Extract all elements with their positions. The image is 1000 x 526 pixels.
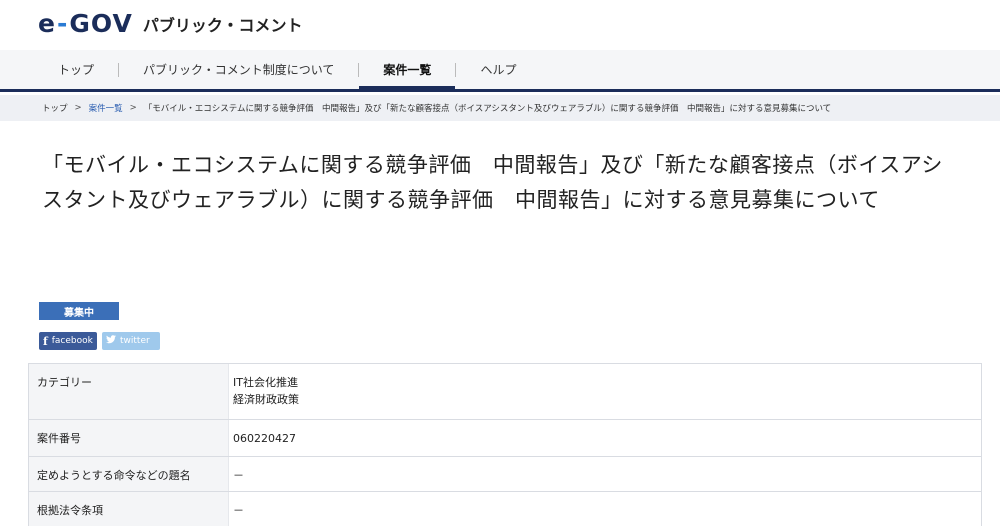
nav-item-help[interactable]: ヘルプ (456, 50, 540, 89)
row-label-case-number: 案件番号 (29, 420, 229, 456)
site-header: e-GOV パブリック・コメント (0, 0, 1000, 50)
nav-item-list[interactable]: 案件一覧 (359, 50, 456, 89)
logo-text: パブリック・コメント (142, 15, 303, 35)
breadcrumb-list[interactable]: 案件一覧 (89, 102, 123, 114)
breadcrumb-home[interactable]: トップ (42, 102, 68, 114)
egov-logo[interactable]: e-GOV パブリック・コメント (38, 9, 303, 38)
breadcrumb-separator: > (74, 103, 82, 113)
row-value-order-title: － (233, 469, 244, 482)
row-value-legal-basis: － (233, 504, 244, 517)
twitter-icon (106, 335, 116, 347)
row-label-order-title: 定めようとする命令などの題名 (29, 457, 229, 491)
row-label-legal-basis: 根拠法令条項 (29, 492, 229, 526)
facebook-label: facebook (51, 336, 93, 346)
nav-item-top[interactable]: トップ (40, 50, 118, 89)
twitter-label: twitter (120, 336, 150, 346)
row-value-case-number: 060220427 (233, 432, 296, 445)
row-value-category: IT社会化推進 経済財政政策 (229, 364, 981, 419)
facebook-icon: f (43, 334, 48, 348)
breadcrumb-current: 「モバイル・エコシステムに関する競争評価 中間報告」及び「新たな顧客接点（ボイス… (143, 104, 832, 114)
twitter-share-button[interactable]: twitter (102, 332, 160, 350)
table-row: 案件番号 060220427 (28, 420, 982, 457)
logo-mark: e-GOV (38, 9, 133, 38)
details-table: カテゴリー IT社会化推進 経済財政政策 案件番号 060220427 定めよう… (28, 363, 982, 526)
nav-item-about[interactable]: パブリック・コメント制度について (119, 50, 358, 89)
main-nav: トップ パブリック・コメント制度について 案件一覧 ヘルプ (0, 50, 1000, 92)
facebook-share-button[interactable]: f facebook (39, 332, 97, 350)
row-label-category: カテゴリー (29, 364, 229, 419)
status-badge: 募集中 (39, 302, 119, 320)
category-value: 経済財政政策 (233, 393, 299, 406)
table-row: 定めようとする命令などの題名 － (28, 457, 982, 492)
page-title: 「モバイル・エコシステムに関する競争評価 中間報告」及び「新たな顧客接点（ボイス… (42, 153, 943, 212)
breadcrumb: トップ > 案件一覧 > 「モバイル・エコシステムに関する競争評価 中間報告」及… (0, 95, 1000, 121)
breadcrumb-separator: > (129, 103, 137, 113)
table-row: 根拠法令条項 － (28, 492, 982, 526)
category-value: IT社会化推進 (233, 376, 298, 389)
social-share: f facebook twitter (39, 332, 160, 350)
table-row: カテゴリー IT社会化推進 経済財政政策 (28, 364, 982, 420)
